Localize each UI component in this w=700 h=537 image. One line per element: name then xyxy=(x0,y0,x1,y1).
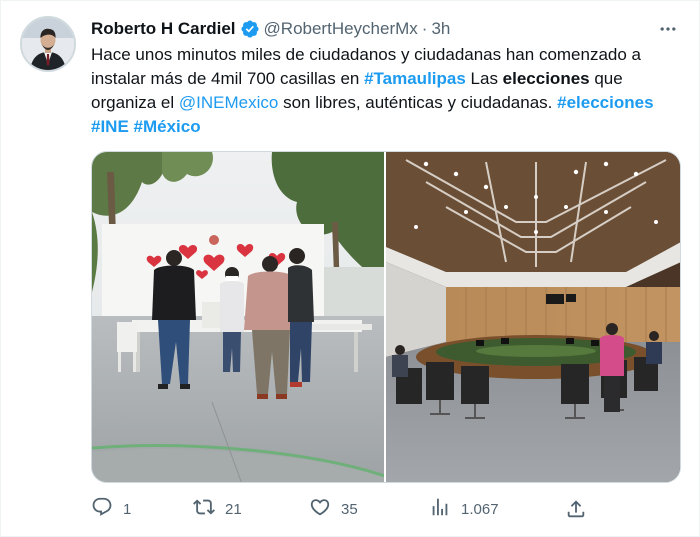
tweet-text-line: Hace unos minutos miles de ciudadanos y … xyxy=(91,43,691,67)
views-chart-icon xyxy=(429,496,451,522)
hashtag-link[interactable]: #elecciones xyxy=(557,93,653,112)
author-name[interactable]: Roberto H Cardiel xyxy=(91,19,236,39)
text-segment: Hace unos minutos miles de ciudadanos y … xyxy=(91,45,642,64)
like-button[interactable]: 35 xyxy=(309,496,358,522)
author-avatar[interactable] xyxy=(20,16,76,72)
views-count: 1.067 xyxy=(461,500,499,518)
text-segment: organiza el xyxy=(91,93,179,112)
bold-text: elecciones xyxy=(502,69,590,88)
tweet-text-line: #INE #México xyxy=(91,115,691,139)
repost-icon xyxy=(193,496,215,522)
media-photo-council-room[interactable] xyxy=(386,152,680,482)
reply-button[interactable]: 1 xyxy=(91,496,131,522)
heart-icon xyxy=(309,496,331,522)
text-segment: son libres, auténticas y ciudadanas. xyxy=(278,93,558,112)
header-separator: · xyxy=(421,19,428,38)
reply-count: 1 xyxy=(123,500,132,518)
hashtag-link[interactable]: #México xyxy=(134,117,201,136)
repost-count: 21 xyxy=(225,500,242,518)
tweet-text-line: organiza el @INEMexico son libres, autén… xyxy=(91,91,691,115)
verified-badge-icon xyxy=(240,19,260,39)
share-icon[interactable] xyxy=(563,496,589,522)
tweet-header: Roberto H Cardiel @RobertHeycherMx · 3h xyxy=(91,18,450,40)
tweet-media[interactable] xyxy=(91,151,681,483)
author-handle[interactable]: @RobertHeycherMx xyxy=(264,19,418,39)
tweet-timestamp[interactable]: 3h xyxy=(431,19,450,39)
text-segment: instalar más de 4mil 700 casillas en xyxy=(91,69,365,88)
media-photo-polling-booth[interactable] xyxy=(92,152,384,482)
hashtag-link[interactable]: #INE xyxy=(91,117,129,136)
tweet-text: Hace unos minutos miles de ciudadanos y … xyxy=(91,43,691,139)
tweet-card[interactable]: Roberto H Cardiel @RobertHeycherMx · 3h … xyxy=(0,0,700,537)
reply-icon xyxy=(91,496,113,522)
text-segment: Las xyxy=(465,69,503,88)
views-button[interactable]: 1.067 xyxy=(429,496,499,522)
text-segment: que xyxy=(589,69,623,88)
mention-link[interactable]: @INEMexico xyxy=(179,93,278,112)
tweet-actions: 1 21 35 1.067 xyxy=(91,496,591,522)
like-count: 35 xyxy=(341,500,358,518)
hashtag-link[interactable]: #Tamaulipas xyxy=(364,69,466,88)
tweet-text-line: instalar más de 4mil 700 casillas en #Ta… xyxy=(91,67,691,91)
more-dots-icon[interactable] xyxy=(655,17,681,41)
repost-button[interactable]: 21 xyxy=(193,496,242,522)
